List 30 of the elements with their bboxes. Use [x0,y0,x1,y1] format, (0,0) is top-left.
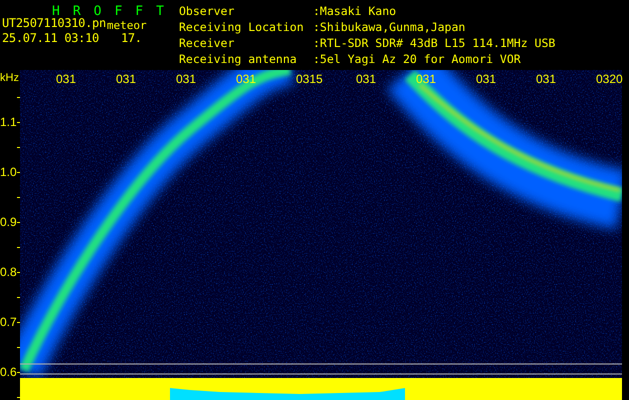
time-label: 031 [356,73,376,85]
time-label: 0320 [596,73,623,85]
time-label: 031 [116,73,136,85]
frequency-label: 0.8 [0,266,17,278]
time-label: 031 [536,73,556,85]
info-label: Observer [179,6,236,20]
frequency-label: 0.7 [0,316,17,328]
info-value: :Shibukawa,Gunma,Japan [313,22,466,36]
info-value: :RTL-SDR SDR# 43dB L15 114.1MHz USB [313,38,556,52]
time-label: 031 [56,73,76,85]
time-label: 031 [476,73,496,85]
time-label: 031 [416,73,436,85]
time-label: 031 [176,73,196,85]
unit-label: kHz [0,72,19,84]
event-tag: meteor [106,21,147,33]
date-time: 25.07.11 03:10 [2,33,99,44]
info-value: :Masaki Kano [313,6,398,20]
time-label: 0315 [296,73,323,85]
file-name: UT2507110310.pn [2,18,106,30]
frequency-label: 1.0 [0,166,17,178]
info-label: Receiving Location [179,22,305,36]
frequency-label: 1.1 [0,116,17,128]
frequency-label: 0.9 [0,216,17,228]
info-label: Receiver [179,38,236,52]
time-label: 031 [236,73,256,85]
frequency-label: 0.6 [0,366,17,378]
app-title: HROFFT [52,6,178,18]
info-value: :5el Yagi Az 20 for Aomori VOR [313,54,522,68]
info-label: Receiving antenna [179,54,298,68]
event-count: 17. [120,33,142,44]
